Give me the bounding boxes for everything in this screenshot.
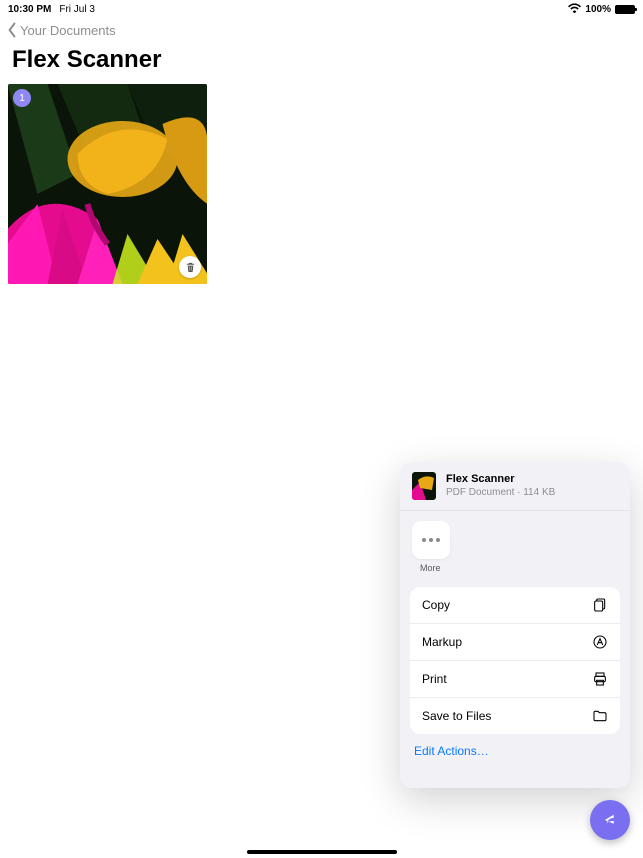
more-extensions-button[interactable] bbox=[412, 521, 450, 559]
action-copy-label: Copy bbox=[422, 598, 450, 612]
trash-icon bbox=[185, 261, 196, 273]
status-date: Fri Jul 3 bbox=[59, 4, 95, 15]
page-title: Flex Scanner bbox=[0, 44, 643, 80]
document-thumbnail[interactable]: 1 bbox=[8, 84, 207, 284]
edit-actions-link[interactable]: Edit Actions… bbox=[400, 744, 630, 788]
wifi-icon bbox=[568, 3, 581, 16]
status-time: 10:30 PM bbox=[8, 4, 51, 15]
print-icon bbox=[592, 671, 608, 687]
ellipsis-icon bbox=[422, 538, 440, 542]
share-actions-list: Copy Markup Print Save to Files bbox=[410, 587, 620, 734]
chevron-left-icon bbox=[6, 22, 18, 38]
share-icon bbox=[601, 811, 619, 829]
delete-button[interactable] bbox=[179, 256, 201, 278]
action-copy[interactable]: Copy bbox=[410, 587, 620, 623]
copy-icon bbox=[592, 597, 608, 613]
markup-icon bbox=[592, 634, 608, 650]
status-bar: 10:30 PM Fri Jul 3 100% bbox=[0, 0, 643, 16]
back-label: Your Documents bbox=[20, 23, 116, 38]
action-save-to-files[interactable]: Save to Files bbox=[410, 697, 620, 734]
share-doc-subtitle: PDF Document · 114 KB bbox=[446, 487, 555, 499]
share-sheet: Flex Scanner PDF Document · 114 KB More … bbox=[400, 462, 630, 788]
battery-icon bbox=[615, 5, 635, 14]
action-print[interactable]: Print bbox=[410, 660, 620, 697]
battery-percent: 100% bbox=[585, 4, 611, 15]
share-sheet-header: Flex Scanner PDF Document · 114 KB bbox=[400, 462, 630, 511]
action-print-label: Print bbox=[422, 672, 447, 686]
home-indicator[interactable] bbox=[247, 850, 397, 854]
more-extensions-label: More bbox=[412, 563, 618, 573]
page-count-badge: 1 bbox=[13, 89, 31, 107]
back-button[interactable]: Your Documents bbox=[6, 22, 116, 38]
share-extensions-row: More bbox=[400, 511, 630, 577]
share-fab[interactable] bbox=[590, 800, 630, 840]
document-image bbox=[8, 84, 207, 284]
share-doc-title: Flex Scanner bbox=[446, 473, 555, 486]
action-markup-label: Markup bbox=[422, 635, 462, 649]
action-markup[interactable]: Markup bbox=[410, 623, 620, 660]
action-save-to-files-label: Save to Files bbox=[422, 709, 491, 723]
nav-bar: Your Documents bbox=[0, 16, 643, 44]
share-doc-thumb bbox=[412, 472, 436, 500]
folder-icon bbox=[592, 708, 608, 724]
